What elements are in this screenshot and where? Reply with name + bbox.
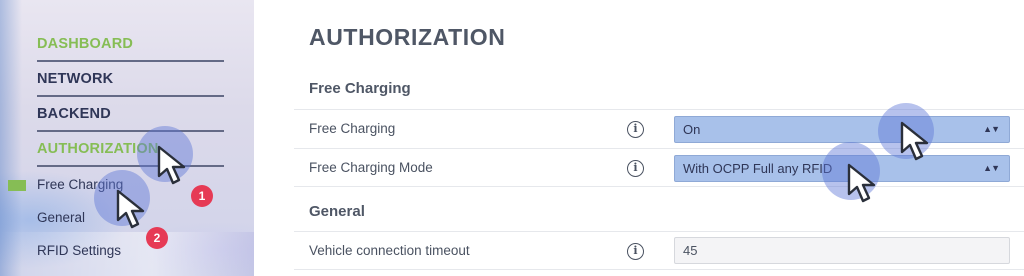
sidebar: DASHBOARD NETWORK BACKEND AUTHORIZATION … [0,0,254,276]
sidebar-subitem-rfid-settings[interactable]: RFID Settings [37,243,121,258]
info-icon[interactable]: i [627,243,644,260]
info-icon[interactable]: i [627,121,644,138]
pointer-cursor-icon [116,189,145,229]
page-title: AUTHORIZATION [309,24,506,50]
step-badge: 1 [191,185,213,207]
sidebar-item-label: BACKEND [37,105,111,122]
sidebar-item-dashboard[interactable]: DASHBOARD [37,27,224,62]
sidebar-item-authorization[interactable]: AUTHORIZATION [37,132,224,167]
pointer-cursor-icon [847,163,876,203]
sidebar-item-network[interactable]: NETWORK [37,62,224,97]
setting-label: Free Charging [309,121,396,136]
info-icon[interactable]: i [627,160,644,177]
setting-label: Vehicle connection timeout [309,243,470,258]
select-value: On [683,122,701,137]
sidebar-item-backend[interactable]: BACKEND [37,97,224,132]
vehicle-connection-timeout-input[interactable]: 45 [674,237,1010,264]
chevron-up-down-icon: ▲▼ [983,163,1000,173]
setting-label: Free Charging Mode [309,160,433,175]
section-heading-free-charging: Free Charging [309,80,411,97]
select-value: With OCPP Full any RFID [683,161,833,176]
free-charging-select[interactable]: On ▲▼ [674,116,1010,143]
sidebar-subitem-general[interactable]: General [37,210,85,225]
sidebar-item-label: DASHBOARD [37,35,134,52]
sidebar-item-label: NETWORK [37,70,114,87]
setting-row-vehicle-connection-timeout: Vehicle connection timeout i 45 [294,231,1024,270]
section-heading-general: General [309,203,365,220]
chevron-up-down-icon: ▲▼ [983,124,1000,134]
step-badge: 2 [146,227,168,249]
pointer-cursor-icon [157,145,186,185]
active-item-marker [8,180,26,191]
pointer-cursor-icon [900,121,929,161]
